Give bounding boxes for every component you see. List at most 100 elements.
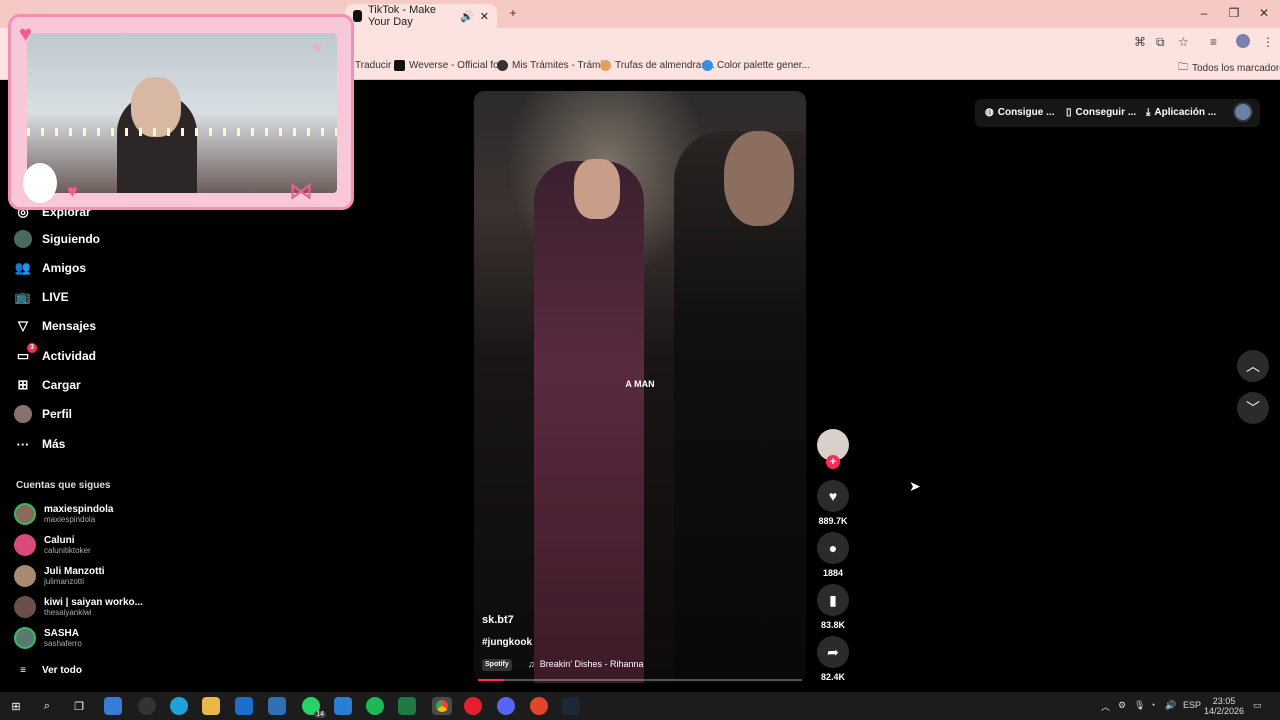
clock[interactable]: 23:05 14/2/2026	[1203, 696, 1245, 716]
window-close-icon[interactable]: ✕	[1254, 6, 1274, 20]
nav-actividad[interactable]: ▭ 3 Actividad	[14, 343, 96, 365]
chrome-icon[interactable]	[432, 697, 452, 715]
file-explorer-icon[interactable]	[202, 697, 220, 715]
nav-amigos[interactable]: 👥 Amigos	[14, 259, 86, 277]
steam-icon[interactable]	[562, 697, 580, 715]
maximize-icon[interactable]: ❐	[1224, 6, 1244, 20]
account-item[interactable]: Juli Manzotti julimanzotti	[14, 565, 105, 587]
close-tab-icon[interactable]: ✕	[480, 10, 489, 23]
previous-video-button[interactable]: ︿	[1237, 350, 1269, 382]
get-app-button[interactable]: ▯ Conseguir ...	[1066, 100, 1136, 124]
video-hashtag[interactable]: #jungkook	[482, 637, 532, 648]
windows-start-icon[interactable]: ⊞	[7, 697, 25, 715]
network-icon[interactable]: ◔	[1150, 700, 1155, 710]
messages-icon: ▽	[18, 318, 28, 333]
calculator-icon[interactable]	[268, 697, 286, 715]
star-sticker-icon: ★	[311, 39, 324, 55]
fairy-lights	[27, 128, 337, 136]
profile-icon	[14, 405, 32, 423]
next-video-button[interactable]: ﹀	[1237, 392, 1269, 424]
notifications-icon[interactable]: ▭	[1253, 700, 1262, 711]
bookmark-item[interactable]: Traducir	[355, 60, 391, 71]
save-count: 83.8K	[820, 620, 846, 630]
activity-icon: ▭ 3	[14, 343, 37, 365]
get-coins-button[interactable]: ◍ Consigue ...	[985, 100, 1054, 124]
taskbar	[0, 692, 1280, 720]
avatar	[14, 503, 36, 525]
microphone-icon[interactable]: 🎙	[1134, 700, 1145, 711]
translate-icon[interactable]: ⌘	[1134, 35, 1146, 49]
account-item[interactable]: Caluni calunitiktoker	[14, 534, 91, 556]
nav-cargar[interactable]: ⊞ Cargar	[14, 376, 81, 394]
bookmark-star-icon[interactable]: ☆	[1178, 35, 1189, 49]
following-accounts-title: Cuentas que sigues	[16, 480, 111, 491]
copilot-icon[interactable]	[104, 697, 122, 715]
coin-icon: ◍	[985, 106, 994, 118]
app-icon[interactable]	[530, 697, 548, 715]
media-icon[interactable]: ≡	[1210, 35, 1217, 49]
face	[574, 159, 620, 219]
profile-avatar[interactable]	[1236, 34, 1250, 48]
install-icon[interactable]: ⧉	[1156, 35, 1165, 50]
webcam-view	[27, 33, 337, 193]
music-info[interactable]: ♫ Breakin' Dishes - Rihanna	[528, 659, 644, 669]
folder-icon: 🗀	[1178, 62, 1188, 73]
like-button[interactable]: ♥	[817, 480, 849, 512]
see-all-button[interactable]: ≡ Ver todo	[14, 661, 82, 679]
progress-track[interactable]	[478, 679, 802, 681]
whatsapp-icon[interactable]: 14	[302, 697, 326, 718]
task-view-icon[interactable]: ❐	[70, 697, 88, 715]
desktop-app-button[interactable]: ⤓ Aplicación ...	[1146, 100, 1216, 124]
search-icon[interactable]: ⌕	[38, 697, 56, 715]
share-count: 82.4K	[820, 672, 846, 682]
github-icon[interactable]	[138, 697, 156, 715]
minimize-icon[interactable]: –	[1194, 6, 1214, 20]
volume-icon[interactable]: 🔊	[1165, 700, 1176, 711]
new-tab-icon[interactable]: +	[503, 6, 523, 20]
account-item[interactable]: SASHA sashaferro	[14, 627, 82, 649]
bookmark-item[interactable]: Weverse - Official fo...	[394, 60, 507, 71]
account-item[interactable]: kiwi | saiyan worko... thesaiyankiwi	[14, 596, 143, 618]
bookmark-item[interactable]: Mis Trámites - Trámi...	[497, 60, 611, 71]
menu-icon[interactable]: ⋮	[1262, 35, 1274, 49]
avatar	[14, 627, 36, 649]
avatar	[14, 534, 36, 556]
excel-icon[interactable]	[398, 697, 416, 715]
tab-tiktok[interactable]: TikTok - Make Your Day 🔊 ✕	[345, 4, 497, 28]
edge-icon[interactable]	[170, 697, 188, 715]
comment-button[interactable]: ●	[817, 532, 849, 564]
word-icon[interactable]	[334, 697, 352, 715]
discord-icon[interactable]	[497, 697, 515, 715]
progress-fill	[478, 679, 504, 681]
nav-mensajes[interactable]: ▽ Mensajes	[14, 317, 96, 335]
bookmark-item[interactable]: Trufas de almendras...	[600, 60, 715, 71]
user-avatar[interactable]	[1233, 102, 1253, 122]
tiktok-icon	[353, 10, 362, 22]
chrome-logo	[436, 700, 448, 712]
follow-plus-icon[interactable]: +	[826, 455, 840, 469]
nav-mas[interactable]: ··· Más	[14, 435, 66, 453]
outlook-icon[interactable]	[235, 697, 253, 715]
save-button[interactable]: ▮	[817, 584, 849, 616]
spotify-icon[interactable]	[366, 697, 384, 715]
mouse-cursor-icon: ➤	[909, 478, 921, 494]
account-item[interactable]: maxiespindola maxiespindola	[14, 503, 113, 525]
chevron-down-icon: ﹀	[1246, 400, 1260, 416]
language-indicator[interactable]: ESP	[1183, 700, 1201, 710]
tray-app-icon[interactable]: ⚙	[1118, 700, 1126, 711]
tray-chevron-icon[interactable]: ︿	[1101, 700, 1110, 713]
nav-perfil[interactable]: Perfil	[14, 405, 72, 423]
speaker-icon[interactable]: 🔊	[460, 10, 474, 23]
video-player[interactable]: A MAN sk.bt7 #jungkook Spotify ♫ Breakin'…	[474, 91, 806, 683]
nav-live[interactable]: 📺 LIVE	[14, 288, 69, 306]
bookmark-item[interactable]: Color palette gener...	[702, 60, 810, 71]
music-note-icon: ♫	[528, 659, 535, 669]
heart-sticker-icon: ♥	[67, 181, 78, 201]
nav-siguiendo[interactable]: Siguiendo	[14, 230, 100, 248]
heart-sticker-icon: ♥	[19, 21, 33, 46]
all-bookmarks[interactable]: 🗀Todos los marcadores	[1178, 60, 1280, 77]
github-icon	[497, 60, 508, 71]
video-author[interactable]: sk.bt7	[482, 614, 514, 626]
share-button[interactable]: ➦	[817, 636, 849, 668]
media-player-icon[interactable]	[464, 697, 482, 715]
